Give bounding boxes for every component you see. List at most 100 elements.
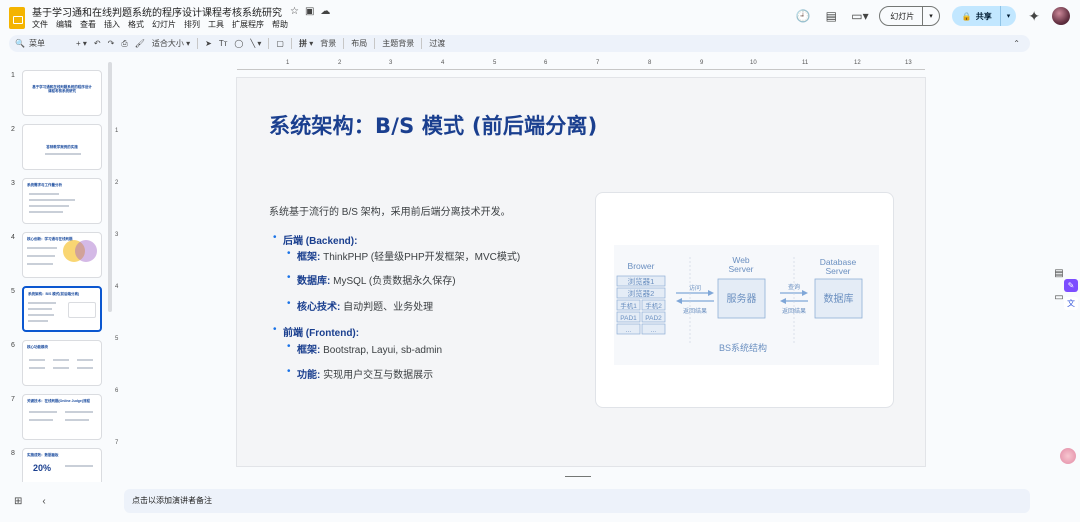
- arrow-label-access: 访问: [689, 284, 701, 292]
- menu-bar: 文件 编辑 查看 插入 格式 幻灯片 排列 工具 扩展程序 帮助: [32, 19, 288, 30]
- title-icons: ☆ ▣ ☁: [290, 6, 330, 17]
- keep-icon[interactable]: ▤: [1052, 268, 1066, 280]
- menu-search[interactable]: 🔍 菜单: [15, 38, 69, 49]
- toolbar-divider: [197, 38, 199, 49]
- theme-button[interactable]: 主题背景: [382, 38, 414, 49]
- slides-logo-icon[interactable]: [9, 7, 25, 29]
- title-row: 基于学习通和在线判题系统的程序设计课程考核系统研究 ☆ ▣ ☁: [32, 4, 330, 19]
- filmstrip-item[interactable]: 7 关键技术：在线判题(Online Judge)流程: [0, 394, 110, 442]
- bullet-label: 框架:: [297, 252, 321, 263]
- slide-thumbnail[interactable]: 核心功能模块: [22, 340, 102, 386]
- cloud-status-icon[interactable]: ☁: [320, 6, 330, 17]
- ruler-number: 4: [115, 284, 119, 290]
- history-icon[interactable]: 🕘: [795, 9, 811, 23]
- new-slide-icon[interactable]: + ▾: [76, 39, 87, 48]
- text-box-icon[interactable]: Tт: [219, 39, 228, 48]
- filmstrip-item[interactable]: 1 基于学习通和在线判题系统的程序设计课程考核系统研究: [0, 70, 110, 118]
- slide-thumbnail[interactable]: 基于学习通和在线判题系统的程序设计课程考核系统研究: [22, 70, 102, 116]
- bullet-label: 数据库:: [297, 276, 331, 287]
- toolbar-divider: [268, 38, 270, 49]
- layout-button[interactable]: 布局: [351, 38, 367, 49]
- thumb-line: [29, 359, 45, 361]
- collapse-filmstrip-icon[interactable]: ‹: [42, 496, 45, 507]
- slide-thumbnail[interactable]: 核心创新：学习通与在线判题: [22, 232, 102, 278]
- thumb-line: [53, 367, 69, 369]
- slide-number: 1: [11, 72, 15, 79]
- menu-view[interactable]: 查看: [80, 19, 96, 30]
- vertical-ruler[interactable]: 1 2 3 4 5 6 7: [112, 78, 122, 466]
- browser-cell-text: PAD1: [620, 315, 637, 322]
- slide-thumbnail[interactable]: 系统需求与工作量分析: [22, 178, 102, 224]
- slide-thumbnail[interactable]: 实施成效：数据看板 20%: [22, 448, 102, 482]
- canvas-scroll-indicator[interactable]: [565, 476, 591, 477]
- filmstrip-item[interactable]: 3 系统需求与工作量分析: [0, 178, 110, 226]
- menu-edit[interactable]: 编辑: [56, 19, 72, 30]
- addon-purple-icon[interactable]: ✎: [1064, 279, 1078, 292]
- meet-icon[interactable]: ▭▾: [851, 9, 868, 23]
- speaker-notes[interactable]: 点击以添加演讲者备注: [124, 489, 1030, 513]
- bullet-heading: 前端 (Frontend):: [283, 328, 360, 339]
- bs-architecture-diagram: Brower 浏览器1 浏览器2 手机1 手机2 PAD1 PAD2 ... .…: [614, 245, 879, 365]
- select-cursor-icon[interactable]: ➤: [205, 39, 212, 48]
- menu-arrange[interactable]: 排列: [184, 19, 200, 30]
- account-avatar[interactable]: [1052, 7, 1070, 25]
- ruler-number: 1: [286, 60, 290, 66]
- comment-add-icon[interactable]: ▢: [276, 39, 284, 48]
- shape-icon[interactable]: ◯: [234, 39, 243, 48]
- paint-format-icon[interactable]: 🖌: [135, 39, 145, 48]
- share-button[interactable]: 🔒 共享 ▾: [951, 6, 1017, 26]
- background-button[interactable]: 背景: [320, 38, 336, 49]
- menu-file[interactable]: 文件: [32, 19, 48, 30]
- filmstrip-item[interactable]: 8 实施成效：数据看板 20%: [0, 448, 110, 482]
- collapse-menus-icon[interactable]: ⌃: [1013, 39, 1020, 48]
- share-dropdown-icon[interactable]: ▾: [999, 6, 1017, 26]
- bullet-label: 核心技术:: [297, 302, 341, 313]
- server-box-text: 服务器: [727, 292, 757, 305]
- browser-cell-text: ...: [626, 327, 632, 334]
- menu-format[interactable]: 格式: [128, 19, 144, 30]
- line-icon[interactable]: ╲ ▾: [250, 39, 261, 48]
- ruler-number: 9: [700, 60, 704, 66]
- thumb-title: 答辩教学案例的实施: [46, 145, 78, 149]
- ruler-number: 3: [115, 232, 119, 238]
- grid-view-icon[interactable]: ⊞: [14, 496, 22, 507]
- share-label: 共享: [975, 11, 992, 21]
- print-icon[interactable]: ⎙: [121, 39, 127, 49]
- slide-thumbnail[interactable]: 答辩教学案例的实施: [22, 124, 102, 170]
- filmstrip-item[interactable]: 2 答辩教学案例的实施: [0, 124, 110, 172]
- menu-extensions[interactable]: 扩展程序: [232, 19, 264, 30]
- undo-icon[interactable]: ↶: [94, 39, 101, 48]
- zoom-select[interactable]: 适合大小 ▾: [152, 38, 190, 49]
- menu-help[interactable]: 帮助: [272, 19, 288, 30]
- redo-icon[interactable]: ↷: [108, 39, 115, 48]
- document-title[interactable]: 基于学习通和在线判题系统的程序设计课程考核系统研究: [32, 4, 282, 19]
- menu-slide[interactable]: 幻灯片: [152, 19, 176, 30]
- slide-intro-text[interactable]: 系统基于流行的 B/S 架构，采用前后端分离技术开发。: [269, 203, 511, 218]
- slide-thumbnail[interactable]: 关键技术：在线判题(Online Judge)流程: [22, 394, 102, 440]
- slide-title[interactable]: 系统架构：B/S 模式 (前后端分离): [269, 110, 597, 140]
- transition-button[interactable]: 过渡: [429, 38, 445, 49]
- arrange-button[interactable]: 拼 ▾: [299, 38, 313, 49]
- star-icon[interactable]: ☆: [290, 6, 299, 17]
- slide-thumbnail-active[interactable]: 系统架构：B/S 模式(前后端分离): [22, 286, 102, 332]
- translate-icon[interactable]: 文: [1064, 297, 1078, 310]
- filmstrip-item-active[interactable]: 5 系统架构：B/S 模式(前后端分离): [0, 286, 110, 334]
- menu-insert[interactable]: 插入: [104, 19, 120, 30]
- filmstrip-controls: ⊞ ‹: [14, 496, 46, 507]
- menu-tools[interactable]: 工具: [208, 19, 224, 30]
- horizontal-ruler[interactable]: 1 2 3 4 5 6 7 8 9 10 11 12 13: [237, 60, 925, 70]
- floating-assistant-icon[interactable]: [1060, 448, 1076, 464]
- architecture-diagram-card[interactable]: Brower 浏览器1 浏览器2 手机1 手机2 PAD1 PAD2 ... .…: [595, 192, 894, 408]
- comments-icon[interactable]: ▤: [823, 9, 839, 23]
- slideshow-button[interactable]: 幻灯片 ▾: [879, 6, 940, 26]
- folder-move-icon[interactable]: ▣: [305, 6, 314, 17]
- thumb-title: 系统架构：B/S 模式(前后端分离): [28, 292, 80, 296]
- gemini-sparkle-icon[interactable]: ✦: [1028, 8, 1040, 25]
- filmstrip: 1 基于学习通和在线判题系统的程序设计课程考核系统研究 2 答辩教学案例的实施 …: [0, 62, 110, 482]
- bullet-sub: 核心技术: 自动判题、业务处理: [287, 298, 433, 313]
- slide-canvas[interactable]: 系统架构：B/S 模式 (前后端分离) 系统基于流行的 B/S 架构，采用前后端…: [237, 78, 925, 466]
- slideshow-dropdown-icon[interactable]: ▾: [922, 7, 939, 25]
- thumb-line: [65, 419, 89, 421]
- filmstrip-item[interactable]: 6 核心功能模块: [0, 340, 110, 388]
- filmstrip-item[interactable]: 4 核心创新：学习通与在线判题: [0, 232, 110, 280]
